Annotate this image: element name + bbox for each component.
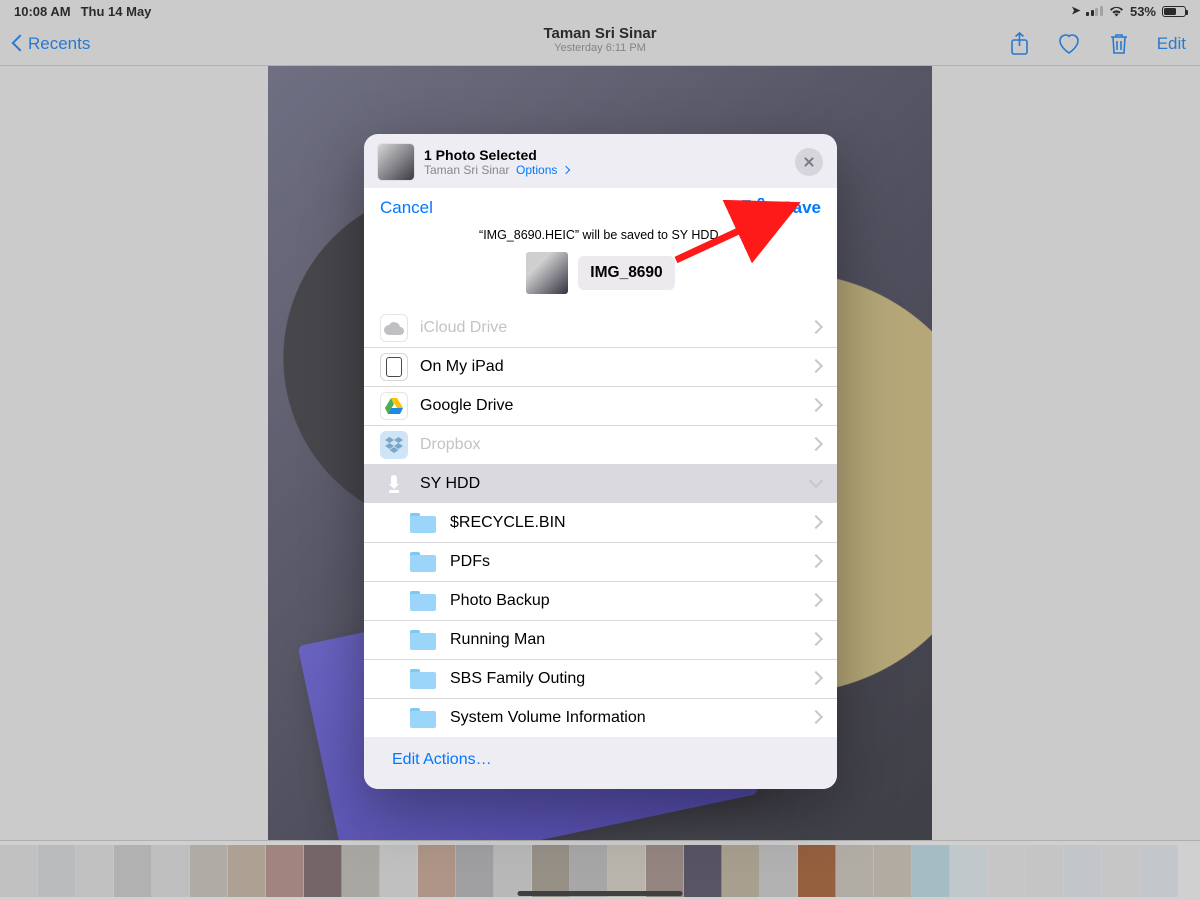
folder-label: Photo Backup xyxy=(450,592,550,610)
selection-count: 1 Photo Selected xyxy=(424,147,569,163)
selection-thumbnail xyxy=(378,144,414,180)
chevron-right-icon xyxy=(561,163,569,177)
location-label: Dropbox xyxy=(420,436,480,454)
chevron-right-icon xyxy=(811,358,821,376)
chevron-right-icon xyxy=(811,436,821,454)
location-label: iCloud Drive xyxy=(420,319,507,337)
location-row-icloud: iCloud Drive xyxy=(364,308,837,347)
folder-icon xyxy=(410,669,436,689)
chevron-right-icon xyxy=(811,553,821,571)
save-destination-message: “IMG_8690.HEIC” will be saved to SY HDD. xyxy=(364,228,837,252)
folder-row[interactable]: SBS Family Outing xyxy=(364,659,837,698)
location-row-dropbox: Dropbox xyxy=(364,425,837,464)
location-label: On My iPad xyxy=(420,358,504,376)
chevron-right-icon xyxy=(811,670,821,688)
location-label: SY HDD xyxy=(420,475,480,493)
folder-icon xyxy=(410,513,436,533)
options-button[interactable]: Options xyxy=(516,163,569,177)
syhdd-icon xyxy=(380,470,408,498)
sheet-header: 1 Photo Selected Taman Sri Sinar Options xyxy=(364,134,837,188)
folder-label: SBS Family Outing xyxy=(450,670,585,688)
chevron-down-icon xyxy=(811,475,821,493)
location-label: Google Drive xyxy=(420,397,513,415)
save-panel: Cancel Save “IMG_8690.HEIC” will be save… xyxy=(364,188,837,737)
chevron-right-icon xyxy=(811,397,821,415)
chevron-right-icon xyxy=(811,592,821,610)
gdrive-icon xyxy=(380,392,408,420)
file-thumbnail xyxy=(526,252,568,294)
folder-icon xyxy=(410,591,436,611)
folder-label: $RECYCLE.BIN xyxy=(450,514,566,532)
icloud-icon xyxy=(380,314,408,342)
share-sheet: 1 Photo Selected Taman Sri Sinar Options… xyxy=(364,134,837,789)
edit-actions-button[interactable]: Edit Actions… xyxy=(392,751,492,768)
folder-row[interactable]: System Volume Information xyxy=(364,698,837,737)
folder-icon xyxy=(410,708,436,728)
folder-list: $RECYCLE.BIN PDFs Photo Backup Running Man S… xyxy=(364,503,837,737)
folder-label: PDFs xyxy=(450,553,490,571)
selection-location: Taman Sri Sinar xyxy=(424,163,509,177)
folder-label: System Volume Information xyxy=(450,709,646,727)
ipad-icon xyxy=(380,353,408,381)
file-name-field[interactable]: IMG_8690 xyxy=(578,256,674,290)
folder-icon xyxy=(410,552,436,572)
new-folder-button[interactable] xyxy=(741,198,765,218)
cancel-button[interactable]: Cancel xyxy=(380,198,433,218)
chevron-right-icon xyxy=(811,319,821,337)
dropbox-icon xyxy=(380,431,408,459)
chevron-right-icon xyxy=(811,709,821,727)
folder-icon xyxy=(410,630,436,650)
chevron-right-icon xyxy=(811,514,821,532)
folder-row[interactable]: Running Man xyxy=(364,620,837,659)
chevron-right-icon xyxy=(811,631,821,649)
file-row: IMG_8690 xyxy=(364,252,837,308)
location-row-ipad[interactable]: On My iPad xyxy=(364,347,837,386)
save-button[interactable]: Save xyxy=(781,198,821,218)
folder-row[interactable]: $RECYCLE.BIN xyxy=(364,503,837,542)
location-list: iCloud Drive On My iPad Google Drive Dropbo… xyxy=(364,308,837,503)
folder-row[interactable]: PDFs xyxy=(364,542,837,581)
close-button[interactable] xyxy=(795,148,823,176)
location-row-gdrive[interactable]: Google Drive xyxy=(364,386,837,425)
location-row-syhdd[interactable]: SY HDD xyxy=(364,464,837,503)
folder-row[interactable]: Photo Backup xyxy=(364,581,837,620)
folder-label: Running Man xyxy=(450,631,545,649)
